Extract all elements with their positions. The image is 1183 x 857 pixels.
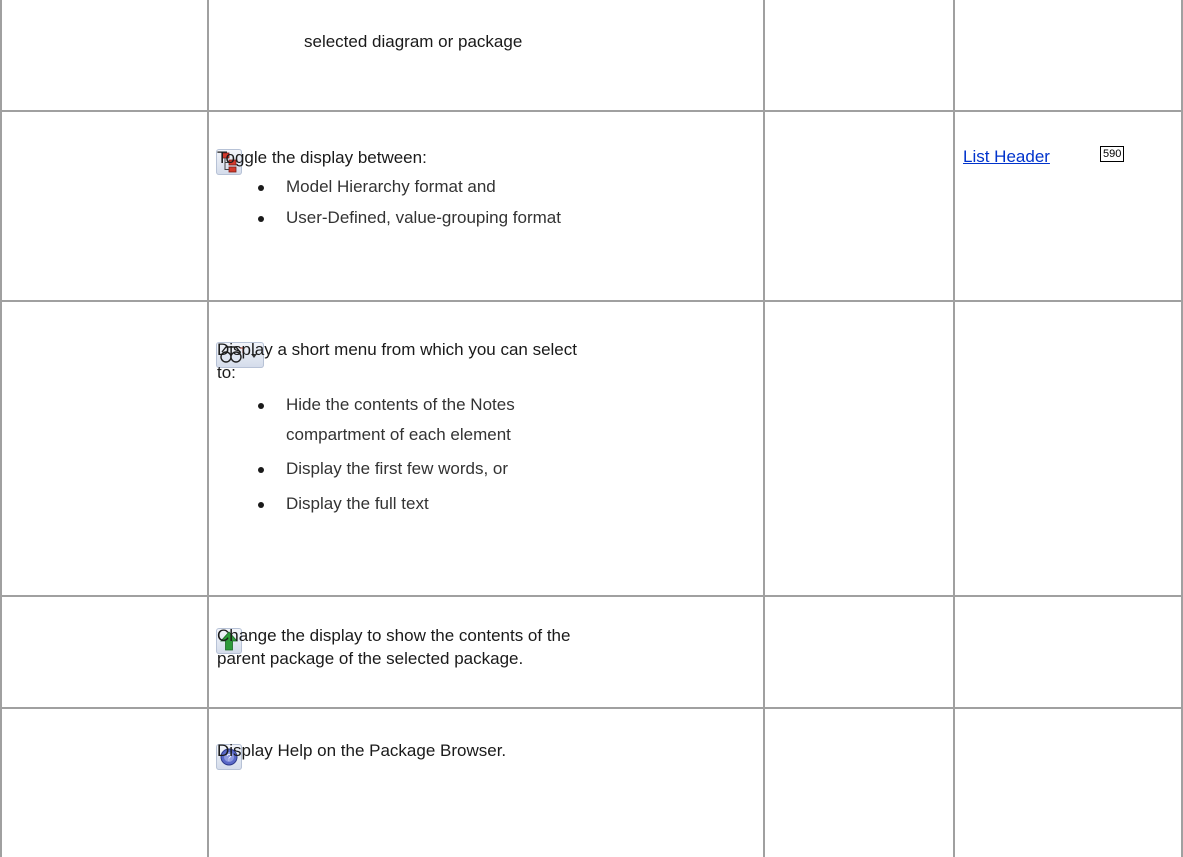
row-3-description: Change the display to show the contents … [217,625,570,670]
list-item: Display the full text [256,493,515,523]
list-item-continuation: compartment of each element [286,425,511,444]
row-divider-1 [0,110,1183,112]
table-column-divider-1 [207,0,209,857]
table-column-divider-2 [763,0,765,857]
page-reference[interactable]: 590 [1100,146,1125,162]
list-item: Hide the contents of the Notes [256,394,515,424]
list-item: Model Hierarchy format and [256,176,561,207]
row-1-description: Toggle the display between: [217,148,427,167]
row-divider-3 [0,595,1183,597]
row-3-description-line-1: Change the display to show the contents … [217,626,571,645]
row-divider-2 [0,300,1183,302]
list-header-link[interactable]: List Header [963,147,1050,167]
table-border-left [0,0,2,857]
list-item: User-Defined, value-grouping format [256,207,561,238]
list-item: Display the first few words, or [256,458,515,493]
row-2-description-line-2: to: [217,363,236,382]
row-3-description-line-2: parent package of the selected package. [217,649,524,668]
row-1-bullet-list: Model Hierarchy format and User-Defined,… [256,176,561,238]
row-2-bullet-list: Hide the contents of the Notes compartme… [256,394,515,523]
row-divider-4 [0,707,1183,709]
table-column-divider-3 [953,0,955,857]
row-4-description: Display Help on the Package Browser. [217,741,507,760]
row-2-description-line-1: Display a short menu from which you can … [217,340,577,359]
row-2-description: Display a short menu from which you can … [217,339,577,384]
row-0-description: selected diagram or package [304,32,523,51]
